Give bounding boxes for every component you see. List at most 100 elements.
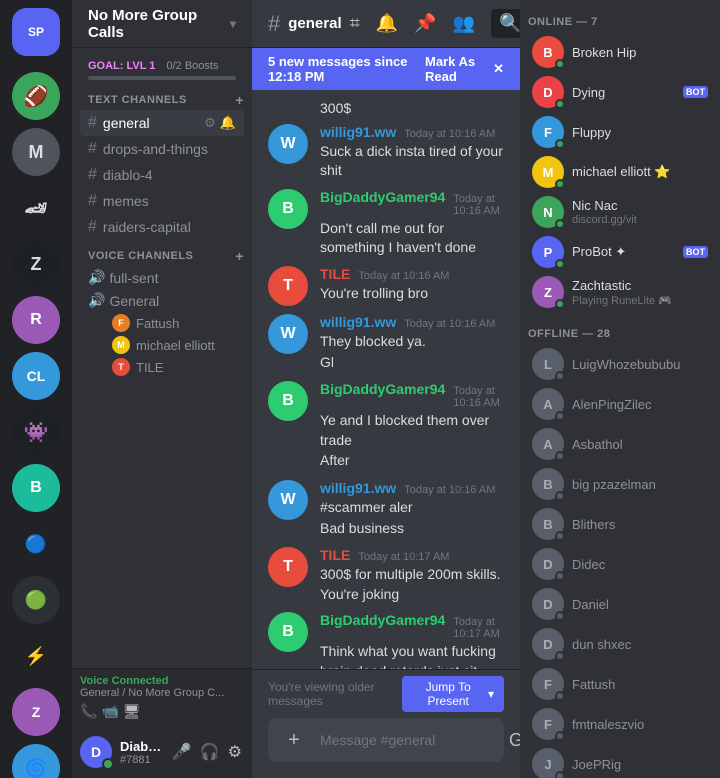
screen-share-icon[interactable]: 🖥: [123, 703, 141, 720]
settings-icon[interactable]: ⚙: [204, 115, 216, 131]
add-channel-icon[interactable]: +: [235, 92, 244, 108]
server-icon-13[interactable]: Z: [12, 688, 60, 736]
channel-diablo[interactable]: # diablo-4: [80, 162, 244, 188]
members-icon[interactable]: 👥: [453, 13, 475, 34]
message-time: Today at 10:16 AM: [404, 484, 495, 496]
message-group: W willig91.ww Today at 10:16 AM #scammer…: [252, 476, 520, 543]
server-name-header[interactable]: No More Group Calls ▾: [72, 0, 252, 48]
message-avatar[interactable]: W: [268, 314, 308, 354]
member-daniel[interactable]: D Daniel: [524, 584, 716, 624]
voice-channel-full-sent[interactable]: 🔊 full-sent: [80, 266, 244, 289]
message-author[interactable]: willig91.ww: [320, 124, 396, 140]
message-avatar[interactable]: B: [268, 612, 308, 652]
member-name: LuigWhozebububu: [572, 357, 708, 372]
voice-channels-header[interactable]: VOICE CHANNELS +: [72, 244, 252, 266]
member-blithers[interactable]: B Blithers: [524, 504, 716, 544]
member-michael[interactable]: M michael elliott ⭐: [524, 152, 716, 192]
member-didec[interactable]: D Didec: [524, 544, 716, 584]
server-icon-5[interactable]: Z: [12, 240, 60, 288]
bell-icon[interactable]: 🔔: [220, 115, 236, 131]
member-dying[interactable]: D Dying BOT: [524, 72, 716, 112]
disconnect-icon[interactable]: 📞: [80, 703, 97, 720]
message-input[interactable]: [320, 718, 501, 762]
video-icon[interactable]: 📹: [101, 703, 118, 720]
chevron-down-icon: ▾: [230, 17, 236, 31]
member-joeprig[interactable]: J JoePRig: [524, 744, 716, 778]
message-input-area: + GIF 😊 🎨: [252, 718, 520, 778]
server-icon-8[interactable]: 👾: [12, 408, 60, 456]
server-icon-7[interactable]: CL: [12, 352, 60, 400]
message-avatar[interactable]: W: [268, 124, 308, 164]
attach-button[interactable]: +: [276, 718, 312, 762]
mark-as-read-button[interactable]: Mark As Read ✕: [425, 54, 504, 84]
message-content: BigDaddyGamer94 Today at 10:17 AM Think …: [320, 612, 504, 669]
server-icon-10[interactable]: 🔵: [12, 520, 60, 568]
jump-to-present-button[interactable]: Jump To Present ▾: [402, 676, 504, 712]
member-alen[interactable]: A AlenPingZilec: [524, 384, 716, 424]
member-zachtastic[interactable]: Z Zachtastic Playing RuneLite 🎮: [524, 272, 716, 312]
message-avatar[interactable]: T: [268, 266, 308, 306]
member-big-paz[interactable]: B big pzazelman: [524, 464, 716, 504]
message-author[interactable]: TILE: [320, 547, 350, 563]
member-dun-shxec[interactable]: D dun shxec: [524, 624, 716, 664]
server-icon-9[interactable]: B: [12, 464, 60, 512]
deafen-icon[interactable]: 🎧: [198, 740, 222, 764]
member-avatar: D: [532, 76, 564, 108]
message-avatar[interactable]: T: [268, 547, 308, 587]
channel-raiders[interactable]: # raiders-capital: [80, 214, 244, 240]
member-luigi[interactable]: L LuigWhozebububu: [524, 344, 716, 384]
add-voice-channel-icon[interactable]: +: [235, 248, 244, 264]
voice-member-fattush[interactable]: F Fattush: [80, 312, 244, 334]
message-avatar[interactable]: B: [268, 381, 308, 421]
threads-icon[interactable]: ⌗: [350, 13, 360, 34]
message-time: Today at 10:16 AM: [453, 385, 504, 409]
close-banner-icon[interactable]: ✕: [493, 61, 504, 77]
messages-area[interactable]: 300$ W willig91.ww Today at 10:16 AM Suc…: [252, 90, 520, 669]
member-subtext: Playing RuneLite 🎮: [572, 294, 708, 307]
message-author[interactable]: willig91.ww: [320, 314, 396, 330]
pin-icon[interactable]: 📌: [414, 13, 436, 34]
member-fluppy[interactable]: F Fluppy: [524, 112, 716, 152]
server-icon-3[interactable]: M: [12, 128, 60, 176]
voice-channel-general[interactable]: 🔊 General: [80, 289, 244, 312]
search-bar[interactable]: 🔍 Search: [491, 9, 520, 38]
server-icon-4[interactable]: 🏎: [12, 184, 60, 232]
member-nic-nac[interactable]: N Nic Nac discord.gg/vit: [524, 192, 716, 232]
channel-memes[interactable]: # memes: [80, 188, 244, 214]
channel-hash-icon: #: [88, 140, 97, 158]
message-author[interactable]: TILE: [320, 266, 350, 282]
member-name: Zachtastic: [572, 278, 708, 293]
server-icon-splits[interactable]: SP: [12, 8, 60, 56]
member-broken-hip[interactable]: B Broken Hip: [524, 32, 716, 72]
message-author[interactable]: BigDaddyGamer94: [320, 381, 445, 397]
voice-member-michael[interactable]: M michael elliott: [80, 334, 244, 356]
message-avatar[interactable]: B: [268, 189, 308, 229]
message-author[interactable]: BigDaddyGamer94: [320, 612, 445, 628]
gif-icon[interactable]: GIF: [509, 730, 520, 751]
channel-hash-icon: #: [268, 11, 280, 37]
message-author[interactable]: willig91.ww: [320, 480, 396, 496]
member-fmtn[interactable]: F fmtnaleszvio: [524, 704, 716, 744]
settings-icon[interactable]: ⚙: [226, 740, 244, 764]
server-icon-11[interactable]: 🟢: [12, 576, 60, 624]
channel-drops[interactable]: # drops-and-things: [80, 136, 244, 162]
message-author[interactable]: BigDaddyGamer94: [320, 189, 445, 205]
server-icon-12[interactable]: ⚡: [12, 632, 60, 680]
message-avatar[interactable]: W: [268, 480, 308, 520]
server-icon-14[interactable]: 🌀: [12, 744, 60, 778]
member-avatar: M: [532, 156, 564, 188]
channel-general[interactable]: # general ⚙ 🔔: [80, 110, 244, 136]
server-icon-6[interactable]: R: [12, 296, 60, 344]
member-asbathol[interactable]: A Asbathol: [524, 424, 716, 464]
member-probot[interactable]: P ProBot ✦ BOT: [524, 232, 716, 272]
member-avatar: F: [532, 116, 564, 148]
voice-member-tile[interactable]: T TILE: [80, 356, 244, 378]
text-channels-header[interactable]: TEXT CHANNELS +: [72, 88, 252, 110]
member-name: Fattush: [572, 677, 708, 692]
server-icon-2[interactable]: 🏈: [12, 72, 60, 120]
message-text: #scammer alerBad business: [320, 498, 504, 538]
member-name: Blithers: [572, 517, 708, 532]
notification-icon[interactable]: 🔔: [376, 13, 398, 34]
mute-icon[interactable]: 🎤: [170, 740, 194, 764]
member-fattush[interactable]: F Fattush: [524, 664, 716, 704]
